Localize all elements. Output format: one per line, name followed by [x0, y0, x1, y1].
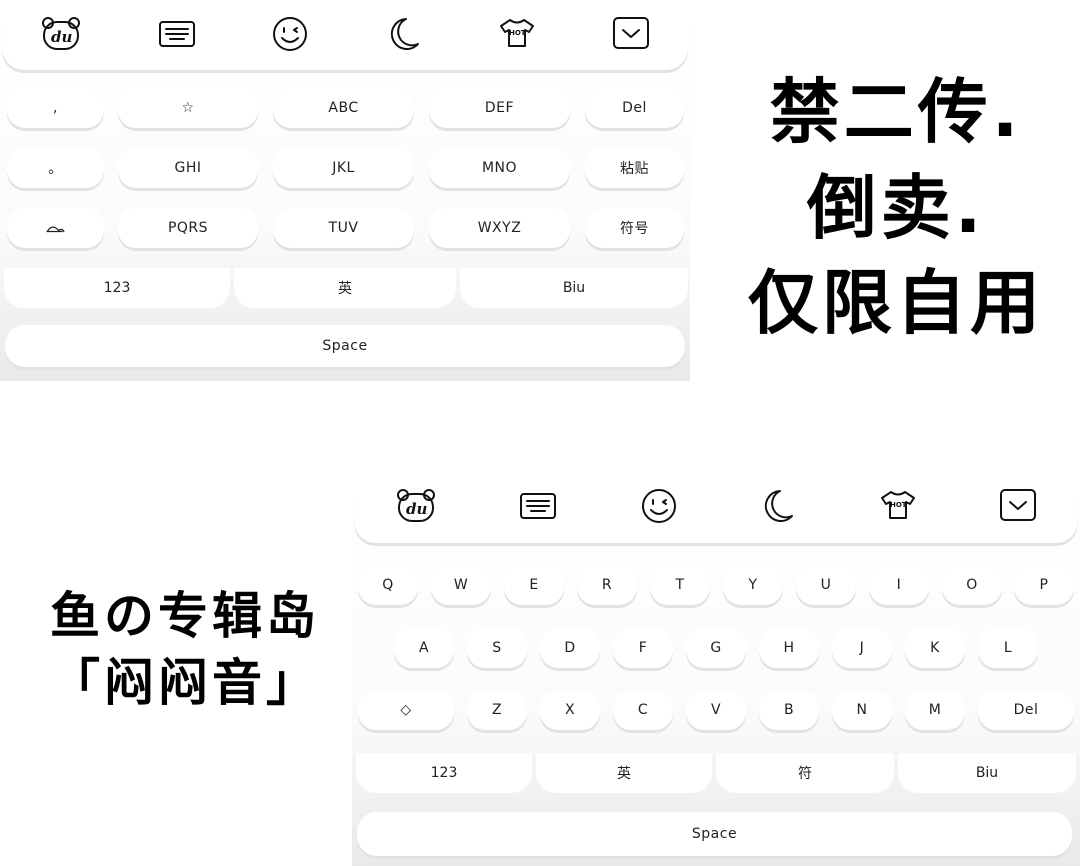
caption-line: 鱼の专辑岛 [50, 587, 320, 645]
caption-line: 仅限自用 [748, 262, 1044, 344]
key-y[interactable]: Y [723, 565, 783, 605]
key-jkl[interactable]: JKL [273, 148, 414, 188]
key-m[interactable]: M [905, 690, 965, 730]
key-123[interactable]: 123 [356, 753, 532, 793]
key-e[interactable]: E [504, 565, 564, 605]
key-t[interactable]: T [650, 565, 710, 605]
hot-shirt-icon[interactable]: HOT [878, 486, 918, 526]
qwerty-keyboard: du HOT Q W E R T Y U I O P A S D F G H J… [352, 468, 1080, 866]
keyboard-icon[interactable] [518, 486, 558, 526]
key-tuv[interactable]: TUV [273, 208, 414, 248]
key-tortoise[interactable] [7, 208, 104, 248]
key-i[interactable]: I [869, 565, 929, 605]
key-u[interactable]: U [796, 565, 856, 605]
caption-line: 倒卖. [806, 166, 986, 249]
keyboard-icon[interactable] [157, 14, 197, 54]
key-x[interactable]: X [540, 690, 600, 730]
key-ghi[interactable]: GHI [118, 148, 258, 188]
key-biu[interactable]: Biu [898, 753, 1076, 793]
key-symbols[interactable]: 符 [716, 753, 894, 793]
key-d[interactable]: D [540, 628, 600, 668]
key-r[interactable]: R [577, 565, 637, 605]
key-pqrs[interactable]: PQRS [118, 208, 258, 248]
key-paste[interactable]: 粘贴 [585, 148, 684, 188]
key-star[interactable]: ☆ [118, 88, 258, 128]
caption-line: 「闷闷音」 [50, 653, 320, 712]
key-123[interactable]: 123 [4, 268, 230, 308]
key-space[interactable]: Space [357, 812, 1072, 856]
collapse-chevron-icon[interactable] [611, 14, 651, 54]
hot-shirt-icon[interactable]: HOT [497, 14, 537, 54]
key-a[interactable]: A [394, 628, 454, 668]
key-s[interactable]: S [467, 628, 527, 668]
key-delete[interactable]: Del [585, 88, 684, 128]
key-period[interactable]: 。 [7, 148, 104, 188]
key-wxyz[interactable]: WXYZ [429, 208, 570, 248]
caption-top: 禁二传. 倒卖. 仅限自用 [726, 71, 1066, 363]
t9-keyboard: du HOT , ☆ ABC DEF Del 。 GHI JKL MNO 粘贴 … [0, 0, 690, 381]
key-j[interactable]: J [832, 628, 892, 668]
key-mno[interactable]: MNO [429, 148, 570, 188]
bear-logo-icon[interactable]: du [396, 486, 436, 526]
tortoise-icon [45, 226, 64, 233]
key-w[interactable]: W [431, 565, 491, 605]
key-english[interactable]: 英 [536, 753, 712, 793]
key-o[interactable]: O [942, 565, 1002, 605]
svg-text:HOT: HOT [890, 501, 907, 509]
key-comma[interactable]: , [7, 88, 104, 128]
emoji-icon[interactable] [639, 486, 679, 526]
key-g[interactable]: G [686, 628, 746, 668]
key-c[interactable]: C [613, 690, 673, 730]
keyboard-toolbar: du HOT [2, 0, 688, 70]
key-symbols[interactable]: 符号 [585, 208, 684, 248]
key-def[interactable]: DEF [429, 88, 570, 128]
keyboard-toolbar: du HOT [354, 468, 1078, 543]
key-b[interactable]: B [759, 690, 819, 730]
moon-icon[interactable] [758, 486, 798, 526]
key-biu[interactable]: Biu [460, 268, 688, 308]
svg-text:HOT: HOT [509, 29, 526, 37]
svg-text:du: du [406, 500, 427, 518]
key-delete[interactable]: Del [978, 690, 1074, 730]
key-shift[interactable]: ◇ [358, 690, 454, 730]
bear-logo-icon[interactable]: du [41, 14, 81, 54]
key-f[interactable]: F [613, 628, 673, 668]
emoji-icon[interactable] [270, 14, 310, 54]
moon-icon[interactable] [384, 14, 424, 54]
key-abc[interactable]: ABC [273, 88, 414, 128]
key-l[interactable]: L [978, 628, 1038, 668]
collapse-chevron-icon[interactable] [998, 486, 1038, 526]
key-q[interactable]: Q [358, 565, 418, 605]
key-n[interactable]: N [832, 690, 892, 730]
key-k[interactable]: K [905, 628, 965, 668]
svg-text:du: du [51, 28, 72, 46]
key-h[interactable]: H [759, 628, 819, 668]
caption-line: 禁二传. [769, 71, 1023, 153]
key-space[interactable]: Space [5, 325, 685, 367]
key-v[interactable]: V [686, 690, 746, 730]
caption-bottom: 鱼の专辑岛 「闷闷音」 [30, 590, 340, 723]
key-english[interactable]: 英 [234, 268, 456, 308]
key-z[interactable]: Z [467, 690, 527, 730]
key-p[interactable]: P [1014, 565, 1074, 605]
